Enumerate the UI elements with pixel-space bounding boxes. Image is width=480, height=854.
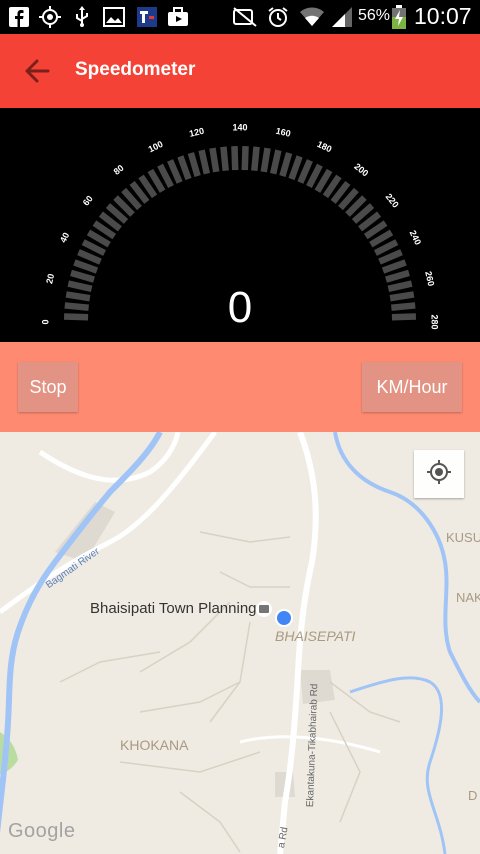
gauge-segment bbox=[167, 159, 183, 184]
area-label-edge: D bbox=[468, 788, 478, 803]
gauge-tick-label: 140 bbox=[232, 122, 247, 132]
gauge-segment bbox=[391, 302, 416, 311]
gps-icon bbox=[38, 5, 62, 29]
gauge-segment bbox=[288, 155, 303, 181]
gauge-tick-label: 280 bbox=[430, 314, 440, 329]
gauge-segment bbox=[63, 313, 89, 321]
alarm-icon bbox=[266, 5, 290, 29]
app-icon bbox=[136, 5, 158, 29]
page-title: Speedometer bbox=[75, 59, 196, 80]
battery-charging-icon bbox=[390, 5, 408, 29]
area-label-edge: KUSU bbox=[446, 530, 480, 545]
controls-bar: Stop KM/Hour bbox=[0, 342, 480, 432]
lanes bbox=[59, 531, 401, 853]
usb-icon bbox=[72, 5, 92, 29]
gauge-tick-label: 260 bbox=[423, 270, 436, 287]
back-arrow-icon[interactable] bbox=[20, 54, 54, 88]
gauge-tick-label: 120 bbox=[188, 126, 205, 139]
gauge-segment bbox=[241, 145, 249, 171]
gauge-segment bbox=[64, 302, 89, 311]
gauge-segment bbox=[67, 280, 93, 293]
gauge-segment bbox=[260, 147, 271, 173]
river bbox=[349, 676, 447, 854]
gauge-segment bbox=[387, 280, 413, 293]
poi-label: Bhaisipati Town Planning bbox=[90, 600, 257, 617]
gauge-tick-label: 0 bbox=[40, 319, 50, 324]
gauge-segment bbox=[381, 259, 407, 274]
stop-button[interactable]: Stop bbox=[18, 362, 78, 412]
gauge-tick-label: 20 bbox=[44, 273, 56, 285]
image-icon bbox=[102, 5, 126, 29]
gauge-segment bbox=[187, 152, 201, 177]
gauge-segment bbox=[389, 291, 415, 302]
app-bar: Speedometer bbox=[0, 34, 480, 108]
gauge-segment bbox=[391, 313, 417, 321]
google-attribution: Google bbox=[8, 820, 76, 842]
gauge-tick-label: 180 bbox=[316, 139, 334, 155]
gauge-segment bbox=[77, 249, 102, 265]
unit-toggle-button[interactable]: KM/Hour bbox=[362, 362, 462, 412]
clock: 10:07 bbox=[414, 3, 472, 29]
my-location-icon bbox=[426, 459, 452, 490]
river bbox=[0, 432, 163, 834]
facebook-icon bbox=[8, 5, 30, 29]
status-bar: 56% 10:07 bbox=[0, 0, 480, 34]
camera-poi-icon bbox=[259, 605, 269, 613]
gauge-segment bbox=[378, 249, 403, 265]
gauge-tick-label: 80 bbox=[112, 163, 126, 177]
current-location-dot bbox=[277, 611, 291, 625]
gauge-segment bbox=[231, 145, 239, 171]
speedometer-gauge: 0 20 40 60 80 100 120 140 160 180 200 220 240 260 280 … bbox=[0, 108, 480, 342]
gauge-segment bbox=[209, 147, 220, 173]
gauge-segment bbox=[177, 155, 192, 181]
gauge-segment bbox=[70, 269, 95, 283]
gauge-segment bbox=[385, 269, 410, 283]
gauge-segment bbox=[279, 152, 293, 177]
gauge-tick-label: 160 bbox=[275, 126, 292, 139]
area-label-khokana: KHOKANA bbox=[120, 737, 189, 753]
map-view[interactable]: Bagmati River Bhaisipati Town Planning B… bbox=[0, 432, 480, 854]
gauge-tick-label: 220 bbox=[384, 192, 401, 210]
gauge-segment bbox=[198, 149, 211, 175]
area-label-edge: NAK bbox=[456, 590, 480, 605]
briefcase-icon bbox=[166, 5, 190, 29]
wifi-icon bbox=[298, 5, 326, 29]
mute-icon bbox=[232, 5, 258, 29]
gauge-tick-label: 40 bbox=[58, 231, 71, 244]
gauge-segment bbox=[297, 159, 313, 184]
gauge-segment bbox=[65, 291, 91, 302]
gauge-segment bbox=[73, 259, 99, 274]
gauge-segment bbox=[269, 149, 282, 175]
gauge-tick-label: 60 bbox=[81, 194, 95, 208]
gauge-tick-label: 200 bbox=[352, 161, 370, 178]
gauge-tick-label: 100 bbox=[147, 139, 165, 155]
gauge-segment bbox=[251, 146, 260, 171]
signal-icon bbox=[330, 5, 354, 29]
speed-readout: 0 bbox=[228, 283, 252, 332]
area-label-bhaisepati: BHAISEPATI bbox=[275, 628, 356, 644]
gauge-tick-label: 240 bbox=[408, 229, 424, 247]
my-location-button[interactable] bbox=[414, 450, 464, 498]
gauge-segment bbox=[220, 146, 229, 171]
battery-percent: 56% bbox=[358, 7, 391, 24]
